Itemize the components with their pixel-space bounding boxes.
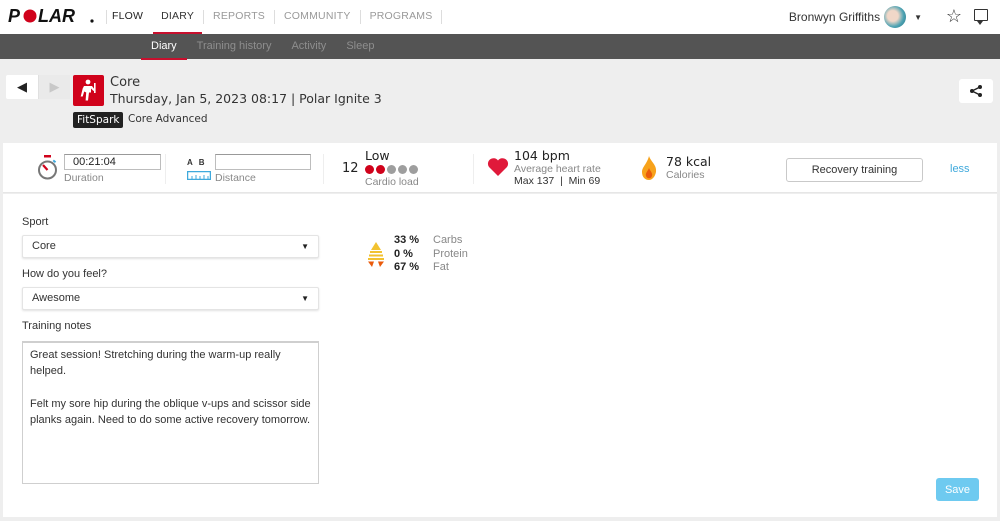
flame-icon — [642, 156, 657, 180]
chevron-down-icon[interactable]: ▼ — [914, 13, 922, 22]
distance-label: Distance — [215, 172, 256, 184]
core-sport-icon — [73, 75, 104, 106]
heart-icon — [487, 158, 509, 176]
recovery-training-button[interactable]: Recovery training — [786, 158, 923, 182]
training-notes-textarea[interactable]: Great session! Stretching during the war… — [22, 341, 319, 484]
cardio-load-value: 12 — [342, 161, 359, 176]
sub-nav-bar: Diary Training history Activity Sleep — [0, 34, 1000, 60]
top-bar: P LAR FLOW DIARY REPORTS COMMUNITY PROGR… — [0, 0, 1000, 35]
cardio-load-dot — [387, 165, 396, 174]
heart-rate-value: 104 bpm — [514, 148, 570, 163]
previous-session-button[interactable]: ◀ — [6, 75, 38, 99]
sport-label: Sport — [22, 216, 49, 228]
training-notes-label: Training notes — [22, 320, 92, 332]
distance-a-label: A — [187, 158, 199, 167]
protein-percent: 0 % — [394, 248, 413, 260]
avatar[interactable] — [884, 6, 907, 28]
chat-icon[interactable] — [974, 9, 988, 25]
fat-label: Fat — [433, 261, 449, 273]
cardio-load-dots — [365, 165, 418, 174]
fat-percent: 67 % — [394, 261, 420, 273]
nav-item-community[interactable]: COMMUNITY — [275, 0, 360, 34]
next-session-button[interactable]: ▶ — [38, 75, 70, 99]
less-link[interactable]: less — [950, 163, 970, 175]
subnav-item-activity[interactable]: Activity — [281, 34, 336, 59]
carbs-percent: 33 % — [394, 234, 420, 246]
divider — [473, 154, 474, 184]
session-pager: ◀ ▶ — [6, 75, 70, 99]
share-icon — [970, 85, 982, 97]
star-icon[interactable]: ☆ — [946, 6, 962, 27]
duration-input[interactable]: 00:21:04 — [64, 154, 161, 170]
fuel-drop-icon — [368, 242, 384, 267]
subnav-item-diary[interactable]: Diary — [141, 34, 187, 60]
cardio-load-dot — [365, 165, 374, 174]
stopwatch-icon — [38, 155, 57, 180]
carbs-label: Carbs — [433, 234, 463, 246]
distance-input[interactable] — [215, 154, 311, 170]
feeling-select[interactable]: Awesome ▼ — [22, 287, 319, 310]
arrow-left-icon: ◀ — [17, 79, 27, 94]
polar-logo[interactable]: P LAR — [8, 7, 100, 25]
nav-item-programs[interactable]: PROGRAMS — [361, 0, 442, 34]
session-datetime-device: Thursday, Jan 5, 2023 08:17 | Polar Igni… — [110, 91, 382, 106]
arrow-right-icon: ▶ — [49, 79, 60, 94]
cardio-load-dot — [376, 165, 385, 174]
nav-item-reports[interactable]: REPORTS — [204, 0, 274, 34]
program-name: Core Advanced — [128, 113, 208, 125]
svg-text:P: P — [8, 7, 21, 25]
session-sport-title: Core — [110, 75, 141, 90]
chevron-down-icon: ▼ — [301, 242, 309, 251]
distance-b-label: B — [198, 158, 211, 167]
sport-select-value: Core — [32, 240, 56, 252]
protein-label: Protein — [433, 248, 468, 260]
divider — [323, 154, 324, 184]
cardio-load-dot — [398, 165, 407, 174]
fitspark-badge: FitSpark — [73, 112, 124, 128]
nav-item-flow[interactable]: FLOW — [107, 0, 152, 34]
duration-label: Duration — [64, 172, 104, 184]
sport-select[interactable]: Core ▼ — [22, 235, 319, 258]
save-button[interactable]: Save — [936, 478, 979, 501]
svg-text:LAR: LAR — [38, 7, 75, 25]
main-nav: FLOW DIARY REPORTS COMMUNITY PROGRAMS — [106, 0, 443, 35]
user-name[interactable]: Bronwyn Griffiths — [789, 10, 880, 24]
subnav-item-sleep[interactable]: Sleep — [336, 34, 384, 59]
sub-nav: Diary Training history Activity Sleep — [141, 34, 384, 60]
nav-divider — [441, 10, 443, 24]
person-exercise-icon — [80, 79, 96, 100]
cardio-load-dot — [409, 165, 418, 174]
share-button[interactable] — [959, 79, 993, 103]
divider — [165, 154, 166, 184]
calories-value: 78 kcal — [666, 154, 712, 169]
heart-rate-max-min: Max 137 | Min 69 — [514, 175, 601, 187]
user-menu[interactable]: Bronwyn Griffiths ▼ — [789, 0, 922, 34]
session-details-panel: Sport Core ▼ How do you feel? Awesome ▼ … — [3, 194, 997, 517]
ruler-icon — [187, 171, 211, 180]
nav-item-diary[interactable]: DIARY — [152, 0, 203, 35]
distance-ab-icon: AB — [187, 158, 211, 167]
feel-label: How do you feel? — [22, 268, 107, 280]
cardio-load-level: Low — [365, 148, 390, 163]
cardio-load-label: Cardio load — [365, 176, 419, 188]
session-summary-bar: 00:21:04 Duration AB Distance 12 Low Car… — [3, 143, 997, 193]
feeling-select-value: Awesome — [32, 292, 81, 304]
heart-rate-label: Average heart rate — [514, 163, 601, 175]
chevron-down-icon: ▼ — [301, 294, 309, 303]
calories-label: Calories — [666, 169, 705, 181]
subnav-item-training-history[interactable]: Training history — [187, 34, 282, 59]
